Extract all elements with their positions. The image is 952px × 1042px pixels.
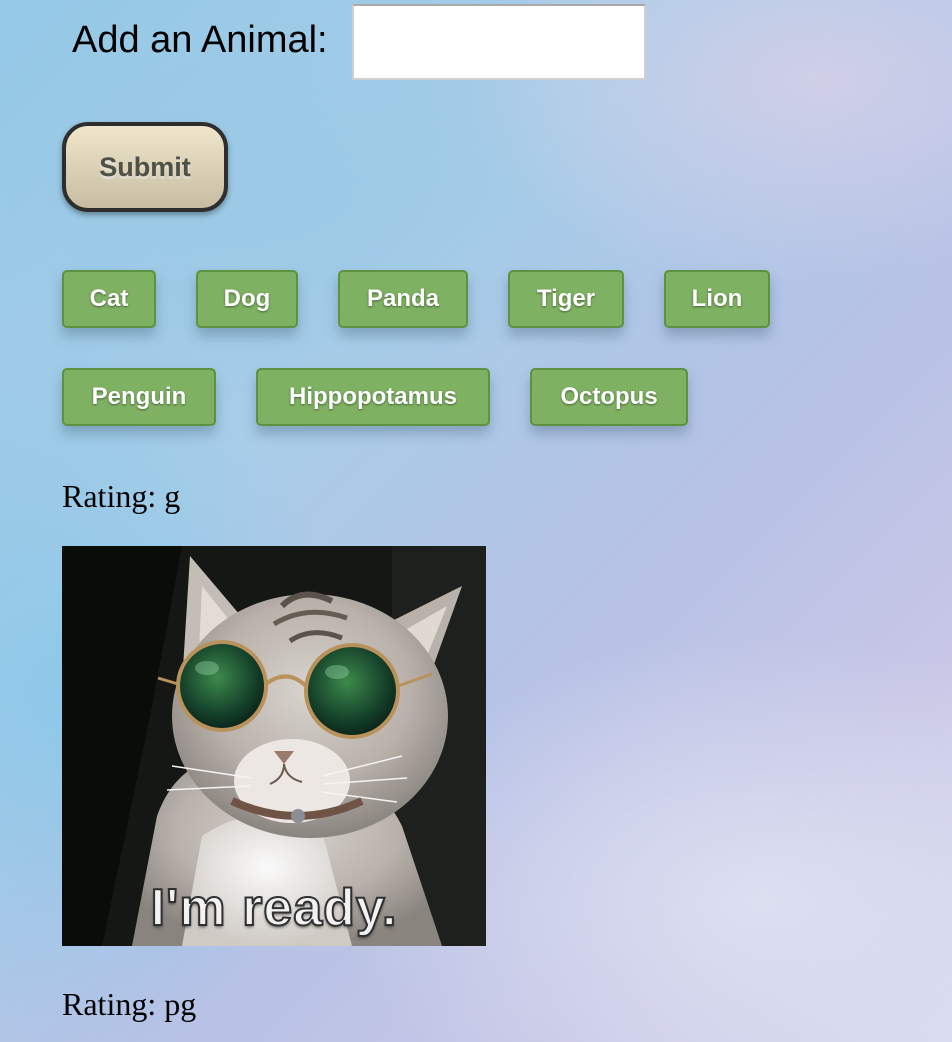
animal-button-lion[interactable]: Lion [664, 270, 770, 328]
gif-caption: I'm ready. [150, 878, 398, 938]
add-animal-label: Add an Animal: [72, 19, 328, 61]
animal-button-penguin[interactable]: Penguin [62, 368, 216, 426]
animal-gif[interactable]: I'm ready. [62, 546, 486, 946]
rating-text: Rating: pg [62, 984, 196, 1024]
rating-value: pg [164, 986, 197, 1022]
rating-prefix: Rating: [62, 986, 165, 1022]
animal-button-tiger[interactable]: Tiger [508, 270, 624, 328]
add-animal-input[interactable] [352, 4, 646, 80]
animal-button-dog[interactable]: Dog [196, 270, 298, 328]
animal-button-cat[interactable]: Cat [62, 270, 156, 328]
animal-button-octopus[interactable]: Octopus [530, 368, 688, 426]
rating-value: g [164, 478, 181, 514]
rating-prefix: Rating: [62, 478, 165, 514]
animal-button-hippopotamus[interactable]: Hippopotamus [256, 368, 490, 426]
rating-text: Rating: g [62, 476, 180, 516]
submit-button[interactable]: Submit [62, 122, 228, 212]
animal-button-panda[interactable]: Panda [338, 270, 468, 328]
